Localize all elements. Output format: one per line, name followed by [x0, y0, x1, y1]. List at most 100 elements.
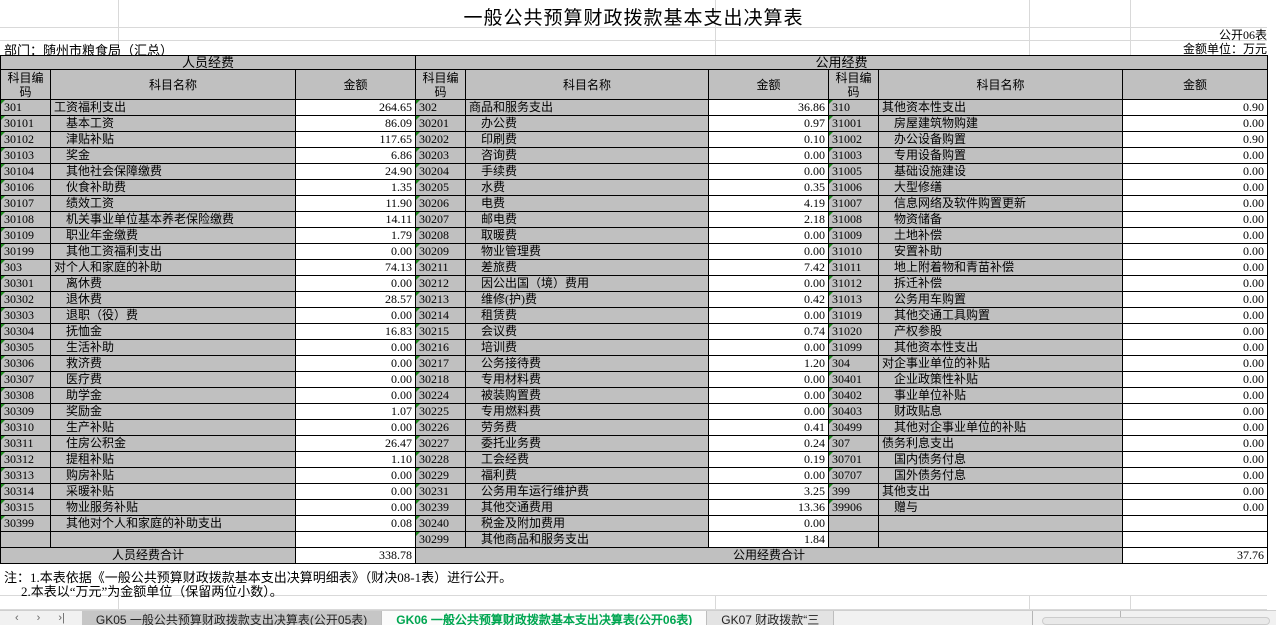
amount-cell[interactable]: 0.00	[1123, 292, 1268, 308]
subject-name-cell[interactable]: 差旅费	[466, 260, 709, 276]
subject-code-cell[interactable]: 30106	[1, 180, 51, 196]
subject-code-cell[interactable]: 30202	[416, 132, 466, 148]
subject-code-cell[interactable]: 30103	[1, 148, 51, 164]
amount-cell[interactable]: 0.00	[1123, 500, 1268, 516]
subject-name-cell[interactable]: 赠与	[879, 500, 1123, 516]
amount-cell[interactable]: 0.35	[709, 180, 829, 196]
subject-name-cell[interactable]: 咨询费	[466, 148, 709, 164]
subject-code-cell[interactable]: 30206	[416, 196, 466, 212]
subject-name-cell[interactable]: 邮电费	[466, 212, 709, 228]
subject-code-cell[interactable]: 30216	[416, 340, 466, 356]
amount-cell[interactable]: 24.90	[296, 164, 416, 180]
prev-sheet-icon[interactable]: ‹	[15, 611, 19, 625]
subject-code-cell[interactable]: 30209	[416, 244, 466, 260]
subject-code-cell[interactable]: 31001	[829, 116, 879, 132]
amount-cell[interactable]: 1.10	[296, 452, 416, 468]
amount-header[interactable]: 金额	[296, 70, 416, 100]
subject-name-cell[interactable]: 其他对个人和家庭的补助支出	[51, 516, 296, 532]
amount-cell[interactable]: 0.00	[709, 148, 829, 164]
amount-cell[interactable]: 0.00	[1123, 308, 1268, 324]
amount-cell[interactable]: 0.42	[709, 292, 829, 308]
subject-name-cell[interactable]: 产权参股	[879, 324, 1123, 340]
amount-cell[interactable]: 0.41	[709, 420, 829, 436]
subject-name-cell[interactable]	[879, 532, 1123, 548]
amount-cell[interactable]: 0.00	[1123, 180, 1268, 196]
amount-cell[interactable]: 0.00	[1123, 404, 1268, 420]
subject-code-cell[interactable]: 30315	[1, 500, 51, 516]
subject-name-header[interactable]: 科目名称	[466, 70, 709, 100]
subject-name-cell[interactable]: 物业服务补贴	[51, 500, 296, 516]
amount-cell[interactable]: 36.86	[709, 100, 829, 116]
amount-cell[interactable]: 16.83	[296, 324, 416, 340]
subject-code-cell[interactable]: 30207	[416, 212, 466, 228]
subject-name-cell[interactable]: 其他商品和服务支出	[466, 532, 709, 548]
subject-name-cell[interactable]: 委托业务费	[466, 436, 709, 452]
sheet-tab[interactable]: GK06 一般公共预算财政拨款基本支出决算表(公开06表)	[382, 611, 707, 625]
subject-name-cell[interactable]: 其他资本性支出	[879, 100, 1123, 116]
subject-code-cell[interactable]: 30213	[416, 292, 466, 308]
subject-name-cell[interactable]: 劳务费	[466, 420, 709, 436]
subject-name-cell[interactable]: 大型修缮	[879, 180, 1123, 196]
subject-name-cell[interactable]: 安置补助	[879, 244, 1123, 260]
subject-code-cell[interactable]: 30204	[416, 164, 466, 180]
subject-name-cell[interactable]: 救济费	[51, 356, 296, 372]
subject-code-cell[interactable]: 30304	[1, 324, 51, 340]
subject-code-cell[interactable]: 30217	[416, 356, 466, 372]
subject-name-cell[interactable]: 因公出国（境）费用	[466, 276, 709, 292]
amount-cell[interactable]: 0.00	[1123, 324, 1268, 340]
subject-name-cell[interactable]: 对企事业单位的补贴	[879, 356, 1123, 372]
amount-header[interactable]: 金额	[709, 70, 829, 100]
amount-cell[interactable]: 0.00	[296, 500, 416, 516]
subject-code-cell[interactable]: 30101	[1, 116, 51, 132]
subject-name-cell[interactable]: 国内债务付息	[879, 452, 1123, 468]
subject-name-cell[interactable]: 地上附着物和青苗补偿	[879, 260, 1123, 276]
subject-code-cell[interactable]: 30402	[829, 388, 879, 404]
subject-code-header[interactable]: 科目编码	[416, 70, 466, 100]
subject-name-header[interactable]: 科目名称	[879, 70, 1123, 100]
amount-cell[interactable]: 117.65	[296, 132, 416, 148]
subject-code-cell[interactable]: 31010	[829, 244, 879, 260]
subject-code-cell[interactable]: 31008	[829, 212, 879, 228]
amount-cell[interactable]: 1.20	[709, 356, 829, 372]
subject-code-cell[interactable]: 30403	[829, 404, 879, 420]
subject-name-cell[interactable]: 住房公积金	[51, 436, 296, 452]
subject-code-cell[interactable]: 30205	[416, 180, 466, 196]
subject-code-cell[interactable]: 30499	[829, 420, 879, 436]
amount-cell[interactable]: 0.00	[1123, 436, 1268, 452]
subject-code-cell[interactable]: 31099	[829, 340, 879, 356]
amount-cell[interactable]: 0.74	[709, 324, 829, 340]
subject-name-cell[interactable]: 公务用车购置	[879, 292, 1123, 308]
subject-code-cell[interactable]: 31020	[829, 324, 879, 340]
subject-code-cell[interactable]: 30312	[1, 452, 51, 468]
subject-code-cell[interactable]: 31019	[829, 308, 879, 324]
amount-cell[interactable]	[1123, 516, 1268, 532]
subject-name-cell[interactable]: 退职（役）费	[51, 308, 296, 324]
amount-cell[interactable]: 0.00	[1123, 148, 1268, 164]
amount-cell[interactable]: 3.25	[709, 484, 829, 500]
subject-name-cell[interactable]: 办公设备购置	[879, 132, 1123, 148]
amount-cell[interactable]: 1.35	[296, 180, 416, 196]
subject-code-cell[interactable]: 30299	[416, 532, 466, 548]
amount-cell[interactable]: 0.00	[1123, 228, 1268, 244]
subject-name-cell[interactable]: 其他资本性支出	[879, 340, 1123, 356]
amount-cell[interactable]: 0.00	[1123, 116, 1268, 132]
subject-code-cell[interactable]: 30399	[1, 516, 51, 532]
amount-cell[interactable]: 6.86	[296, 148, 416, 164]
subject-code-cell[interactable]: 30240	[416, 516, 466, 532]
public-total-amount[interactable]: 37.76	[1123, 548, 1268, 564]
subject-name-cell[interactable]: 水费	[466, 180, 709, 196]
subject-name-cell[interactable]: 其他交通费用	[466, 500, 709, 516]
subject-name-cell[interactable]: 基础设施建设	[879, 164, 1123, 180]
subject-code-cell[interactable]: 31003	[829, 148, 879, 164]
amount-cell[interactable]: 0.00	[1123, 420, 1268, 436]
amount-cell[interactable]	[296, 532, 416, 548]
subject-code-cell[interactable]: 30305	[1, 340, 51, 356]
subject-code-header[interactable]: 科目编码	[829, 70, 879, 100]
personnel-group-header[interactable]: 人员经费	[1, 56, 416, 70]
subject-code-cell[interactable]: 31005	[829, 164, 879, 180]
subject-code-cell[interactable]: 30102	[1, 132, 51, 148]
subject-name-cell[interactable]: 助学金	[51, 388, 296, 404]
amount-cell[interactable]	[1123, 532, 1268, 548]
amount-cell[interactable]: 0.08	[296, 516, 416, 532]
subject-code-cell[interactable]: 31002	[829, 132, 879, 148]
